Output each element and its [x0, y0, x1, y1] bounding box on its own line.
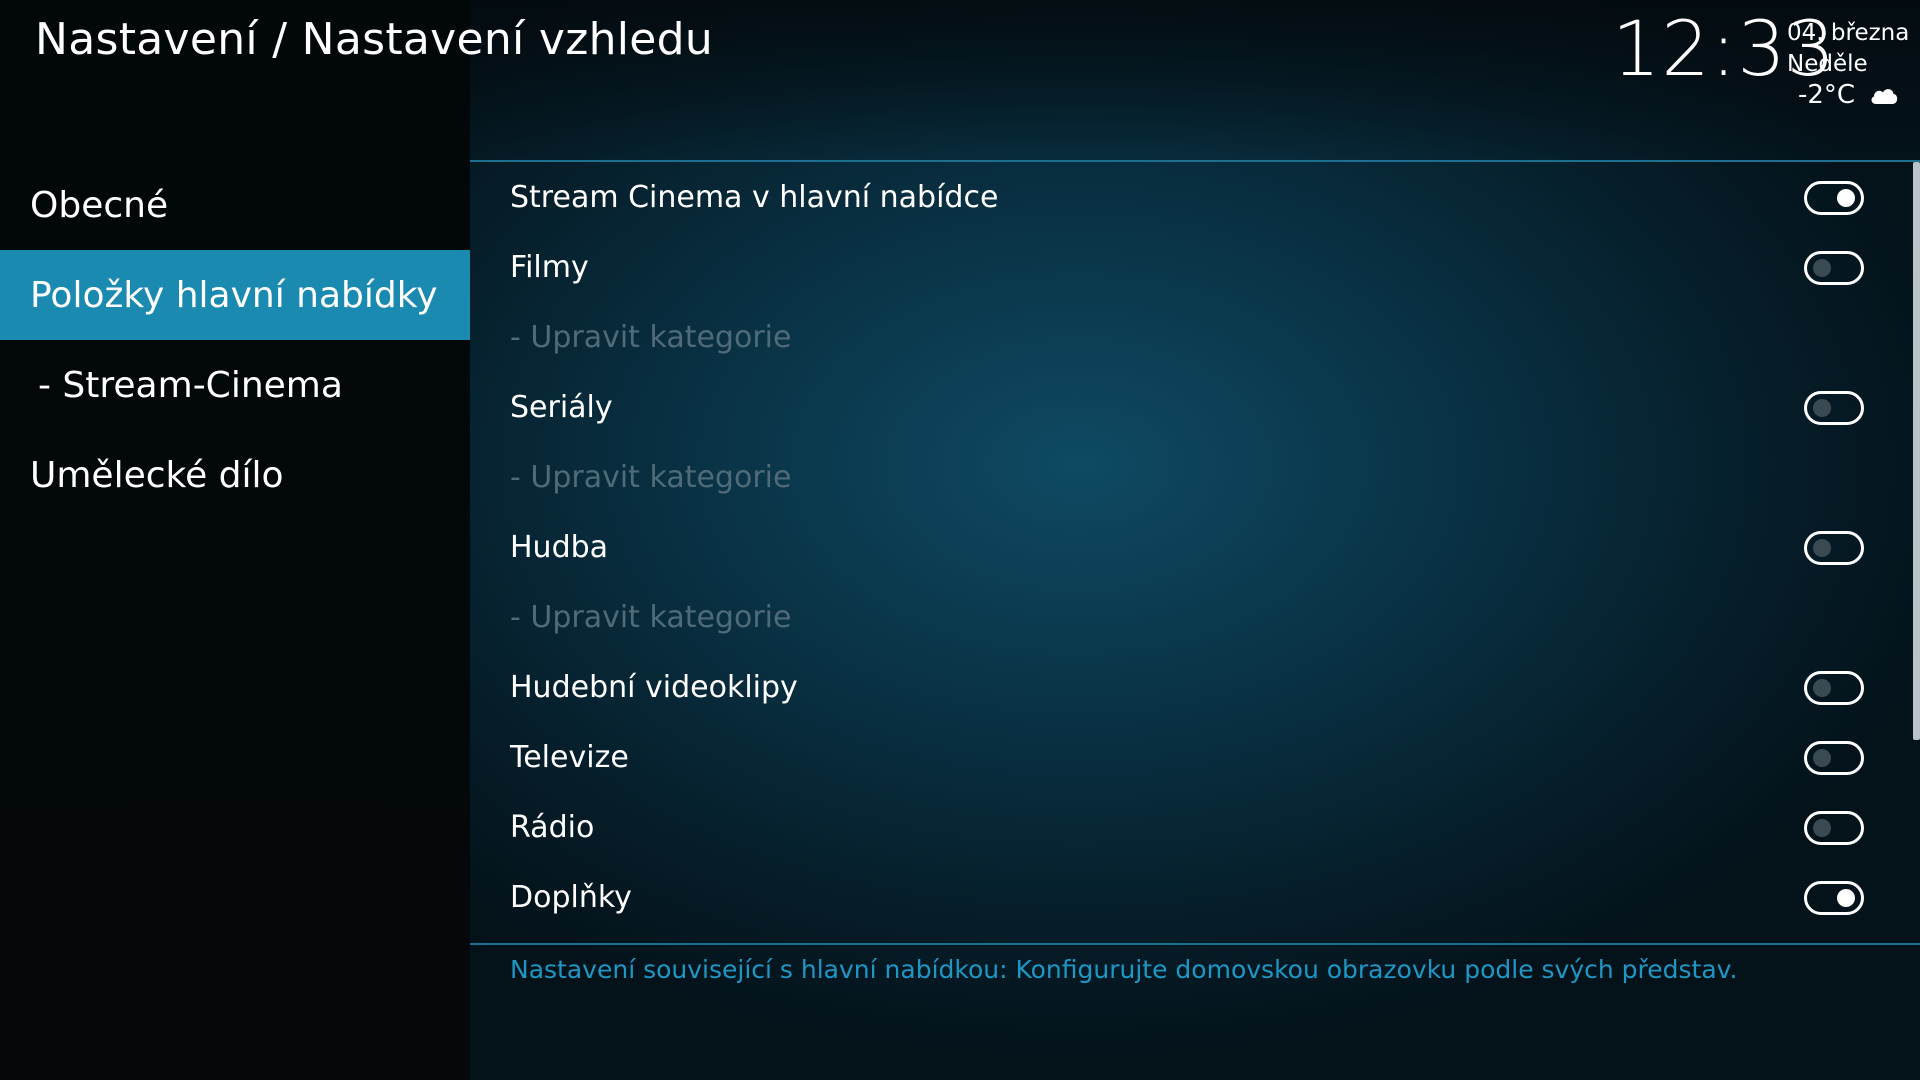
setting-row[interactable]: Rádio: [470, 792, 1890, 862]
setting-label: Doplňky: [510, 879, 632, 915]
setting-label: - Upravit kategorie: [510, 459, 792, 495]
sidebar-item[interactable]: Umělecké dílo: [0, 430, 470, 520]
setting-label: - Upravit kategorie: [510, 599, 792, 635]
toggle-switch[interactable]: [1804, 881, 1864, 915]
toggle-switch[interactable]: [1804, 251, 1864, 285]
setting-row[interactable]: Hudební videoklipy: [470, 652, 1890, 722]
setting-row[interactable]: Hudba: [470, 512, 1890, 582]
setting-description: Nastavení související s hlavní nabídkou:…: [510, 955, 1738, 984]
toggle-knob: [1837, 889, 1855, 907]
toggle-knob: [1813, 539, 1831, 557]
toggle-switch[interactable]: [1804, 671, 1864, 705]
toggle-knob: [1813, 399, 1831, 417]
setting-label: Filmy: [510, 249, 589, 285]
toggle-switch[interactable]: [1804, 531, 1864, 565]
setting-label: Hudba: [510, 529, 609, 565]
sidebar: Obecné Položky hlavní nabídky - Stream-Cin…: [0, 160, 470, 520]
setting-row[interactable]: Filmy: [470, 232, 1890, 302]
setting-label: - Upravit kategorie: [510, 319, 792, 355]
toggle-switch[interactable]: [1804, 391, 1864, 425]
date-label: 04. března: [1787, 20, 1910, 46]
day-label: Neděle: [1787, 51, 1868, 77]
toggle-knob: [1813, 679, 1831, 697]
toggle-switch[interactable]: [1804, 741, 1864, 775]
setting-label: Stream Cinema v hlavní nabídce: [510, 179, 999, 215]
setting-label: Hudební videoklipy: [510, 669, 798, 705]
setting-row: - Upravit kategorie: [470, 582, 1890, 652]
setting-label: Televize: [510, 739, 629, 775]
setting-label: Rádio: [510, 809, 595, 845]
date-info: 04. března Neděle: [1787, 18, 1909, 80]
weather-info: -2°C: [1798, 80, 1899, 110]
scrollbar[interactable]: [1913, 162, 1920, 740]
toggle-knob: [1813, 819, 1831, 837]
content-divider-bottom: [470, 943, 1920, 945]
settings-list: Stream Cinema v hlavní nabídce Filmy - Upr…: [470, 162, 1890, 932]
sidebar-item[interactable]: Obecné: [0, 160, 470, 250]
setting-row: - Upravit kategorie: [470, 302, 1890, 372]
setting-row[interactable]: Seriály: [470, 372, 1890, 442]
sidebar-item[interactable]: - Stream-Cinema: [0, 340, 470, 430]
sidebar-item[interactable]: Položky hlavní nabídky: [0, 250, 470, 340]
toggle-knob: [1813, 259, 1831, 277]
setting-row[interactable]: Televize: [470, 722, 1890, 792]
toggle-switch[interactable]: [1804, 811, 1864, 845]
setting-row: - Upravit kategorie: [470, 442, 1890, 512]
setting-label: Seriály: [510, 389, 613, 425]
temperature-label: -2°C: [1798, 80, 1856, 110]
cloud-icon: [1869, 85, 1899, 105]
page-title: Nastavení / Nastavení vzhledu: [35, 14, 714, 65]
setting-row[interactable]: Stream Cinema v hlavní nabídce: [470, 162, 1890, 232]
toggle-knob: [1813, 749, 1831, 767]
setting-row[interactable]: Doplňky: [470, 862, 1890, 932]
toggle-knob: [1837, 189, 1855, 207]
settings-screen: Nastavení / Nastavení vzhledu 12:33 04. …: [0, 0, 1920, 1080]
toggle-switch[interactable]: [1804, 181, 1864, 215]
